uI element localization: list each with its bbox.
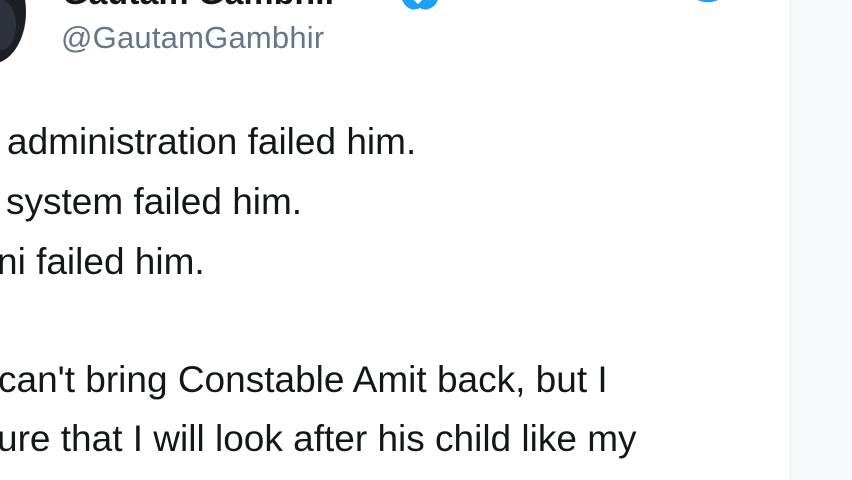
avatar-shading [0,0,16,50]
tweet-screenshot: Gautam Gambhir @GautamGambhir administra… [0,0,852,480]
tweet-text-line: ni failed him. [0,241,205,282]
verified-badge-icon [402,0,438,10]
tweet-text-line: system failed him. [6,181,303,222]
avatar[interactable] [0,0,26,64]
author-handle[interactable]: @GautamGambhir [61,20,324,56]
tweet-text-line: can't bring Constable Amit back, but I [0,359,608,400]
tweet-text-line: administration failed him. [7,121,417,162]
timeline-gutter [790,0,852,480]
twitter-bird-icon [697,0,718,3]
tweet-text-line: ure that I will look after his child lik… [0,418,637,459]
author-display-name[interactable]: Gautam Gambhir [62,0,338,13]
